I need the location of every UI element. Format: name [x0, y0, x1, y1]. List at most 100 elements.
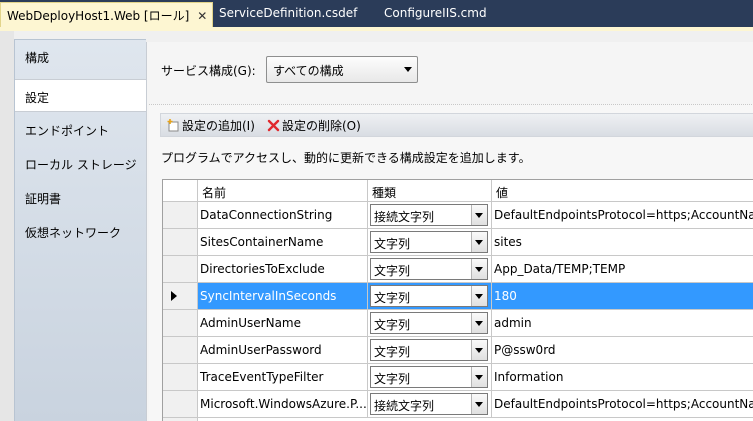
- service-config-dropdown[interactable]: すべての構成: [266, 56, 418, 83]
- add-setting-label: 設定の追加(I): [182, 119, 255, 133]
- sidebar-item-label: 設定: [25, 91, 50, 105]
- sidebar-nav: 構成 設定 エンドポイント ローカル ストレージ 証明書 仮想ネットワーク: [14, 39, 148, 421]
- dropdown-button[interactable]: [471, 205, 487, 225]
- setting-value-cell[interactable]: App_Data/TEMP;TEMP: [492, 256, 753, 283]
- tab-webdeployhost-role[interactable]: WebDeployHost1.Web [ロール] ✕: [0, 2, 213, 27]
- column-header-type[interactable]: 種類: [368, 180, 492, 202]
- table-row[interactable]: TraceEventTypeFilter 文字列 Information: [163, 364, 753, 391]
- tab-servicedefinition[interactable]: ServiceDefinition.csdef: [213, 2, 363, 27]
- setting-type-cell: 文字列: [368, 310, 492, 337]
- setting-value-cell[interactable]: sites: [492, 229, 753, 256]
- row-header[interactable]: [163, 391, 198, 418]
- setting-type-dropdown[interactable]: 接続文字列: [370, 393, 488, 415]
- tab-label: ServiceDefinition.csdef: [219, 6, 358, 20]
- setting-value-cell[interactable]: admin: [492, 310, 753, 337]
- row-header[interactable]: [163, 229, 198, 256]
- chevron-down-icon: [475, 375, 483, 380]
- setting-type-dropdown[interactable]: 文字列: [370, 339, 488, 361]
- dropdown-button[interactable]: [471, 394, 487, 414]
- column-header-value[interactable]: 値: [492, 180, 753, 202]
- table-row[interactable]: DataConnectionString 接続文字列 DefaultEndpoint…: [163, 202, 753, 229]
- setting-value-cell[interactable]: Information: [492, 364, 753, 391]
- table-row[interactable]: SitesContainerName 文字列 sites: [163, 229, 753, 256]
- row-header[interactable]: [163, 283, 198, 310]
- dropdown-button[interactable]: [471, 367, 487, 387]
- table-row[interactable]: AdminUserPassword 文字列 P@ssw0rd: [163, 337, 753, 364]
- setting-value-cell[interactable]: P@ssw0rd: [492, 337, 753, 364]
- dropdown-button[interactable]: [471, 313, 487, 333]
- setting-name-cell[interactable]: TraceEventTypeFilter: [198, 364, 368, 391]
- setting-type-dropdown[interactable]: 接続文字列: [370, 204, 488, 226]
- table-row[interactable]: DirectoriesToExclude 文字列 App_Data/TEMP;TEM…: [163, 256, 753, 283]
- sidebar-item-label: 構成: [25, 51, 50, 65]
- row-header[interactable]: [163, 337, 198, 364]
- setting-value-cell[interactable]: DefaultEndpointsProtocol=https;AccountNa…: [492, 391, 753, 418]
- setting-name-cell[interactable]: SitesContainerName: [198, 229, 368, 256]
- setting-type-value: 文字列: [374, 291, 411, 305]
- setting-type-value: 文字列: [374, 237, 411, 251]
- setting-value-cell[interactable]: 180: [492, 283, 753, 310]
- setting-type-dropdown[interactable]: 文字列: [370, 231, 488, 253]
- sidebar-item-virtual-network[interactable]: 仮想ネットワーク: [15, 215, 147, 248]
- column-header-label: 種類: [372, 186, 397, 200]
- setting-type-dropdown[interactable]: 文字列: [370, 285, 488, 307]
- sidebar-item-settings[interactable]: 設定: [15, 79, 148, 112]
- chevron-down-icon: [475, 294, 483, 299]
- setting-name-cell[interactable]: AdminUserName: [198, 310, 368, 337]
- dropdown-button[interactable]: [471, 340, 487, 360]
- grid-corner-header: [163, 180, 198, 202]
- setting-type-dropdown[interactable]: 文字列: [370, 258, 488, 280]
- setting-type-value: 文字列: [374, 264, 411, 278]
- setting-name-cell[interactable]: DirectoriesToExclude: [198, 256, 368, 283]
- dropdown-button[interactable]: [471, 259, 487, 279]
- setting-type-dropdown[interactable]: 文字列: [370, 312, 488, 334]
- sidebar-item-certificates[interactable]: 証明書: [15, 181, 147, 214]
- chevron-down-icon: [475, 402, 483, 407]
- sidebar-item-label: ローカル ストレージ: [25, 158, 137, 172]
- chevron-down-icon: [475, 348, 483, 353]
- setting-type-value: 文字列: [374, 372, 411, 386]
- chevron-down-icon: [475, 213, 483, 218]
- setting-name-cell[interactable]: Microsoft.WindowsAzure.P...: [198, 391, 368, 418]
- delete-icon: [267, 119, 280, 132]
- setting-name-cell[interactable]: DataConnectionString: [198, 202, 368, 229]
- sidebar-item-configuration[interactable]: 構成: [15, 40, 147, 73]
- settings-toolbar: 設定の追加(I) 設定の削除(O): [160, 113, 753, 137]
- dropdown-button[interactable]: [471, 232, 487, 252]
- row-header[interactable]: [163, 256, 198, 283]
- setting-type-value: 文字列: [374, 345, 411, 359]
- setting-value-cell[interactable]: DefaultEndpointsProtocol=https;AccountNa: [492, 202, 753, 229]
- column-header-label: 値: [496, 186, 509, 200]
- settings-grid: 名前 種類 値 DataConnectionString 接続文字列 Default…: [162, 179, 753, 421]
- add-setting-icon: [167, 119, 179, 132]
- delete-setting-button[interactable]: 設定の削除(O): [267, 117, 361, 134]
- dropdown-button[interactable]: [471, 286, 487, 306]
- table-row[interactable]: Microsoft.WindowsAzure.P... 接続文字列 DefaultE…: [163, 391, 753, 418]
- table-row[interactable]: SyncIntervalInSeconds 文字列 180: [163, 283, 753, 310]
- add-setting-button[interactable]: 設定の追加(I): [167, 117, 255, 134]
- row-header[interactable]: [163, 202, 198, 229]
- chevron-down-icon: [475, 321, 483, 326]
- delete-setting-label: 設定の削除(O): [282, 119, 361, 133]
- chevron-down-icon: [404, 67, 412, 72]
- nav-gutter: [0, 31, 14, 421]
- table-row[interactable]: AdminUserName 文字列 admin: [163, 310, 753, 337]
- service-config-value: すべての構成: [273, 64, 344, 78]
- setting-type-cell: 接続文字列: [368, 391, 492, 418]
- column-header-name[interactable]: 名前: [198, 180, 368, 202]
- settings-panel: サービス構成(G): すべての構成 設定の追加(I) 設定の削除(O) プログラ…: [146, 42, 753, 421]
- sidebar-item-endpoints[interactable]: エンドポイント: [15, 113, 147, 146]
- close-icon[interactable]: ✕: [197, 9, 207, 23]
- setting-type-cell: 文字列: [368, 283, 492, 310]
- setting-type-value: 接続文字列: [374, 210, 435, 224]
- setting-type-dropdown[interactable]: 文字列: [370, 366, 488, 388]
- chevron-down-icon: [475, 267, 483, 272]
- sidebar-item-local-storage[interactable]: ローカル ストレージ: [15, 147, 147, 180]
- setting-type-value: 文字列: [374, 318, 411, 332]
- setting-name-cell[interactable]: AdminUserPassword: [198, 337, 368, 364]
- tab-configureiis[interactable]: ConfigureIIS.cmd: [378, 2, 493, 27]
- setting-type-cell: 文字列: [368, 337, 492, 364]
- row-header[interactable]: [163, 364, 198, 391]
- setting-name-cell[interactable]: SyncIntervalInSeconds: [198, 283, 368, 310]
- row-header[interactable]: [163, 310, 198, 337]
